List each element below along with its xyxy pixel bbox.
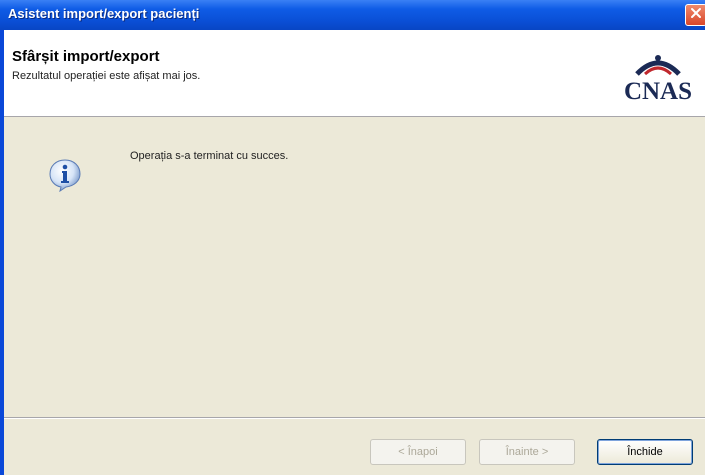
- info-icon: [48, 158, 82, 193]
- close-button[interactable]: Închide: [597, 439, 693, 465]
- footer-divider: [4, 417, 705, 419]
- logo-text: CNAS: [623, 78, 693, 105]
- close-icon: [690, 6, 702, 24]
- result-message: Operația s-a terminat cu succes.: [130, 150, 289, 162]
- wizard-client-area: Sfârșit import/export Rezultatul operați…: [4, 30, 705, 475]
- next-button[interactable]: Înainte >: [479, 439, 575, 465]
- page-title: Sfârșit import/export: [12, 48, 160, 65]
- back-button[interactable]: < Înapoi: [370, 439, 466, 465]
- wizard-window: Asistent import/export pacienți Sfârșit …: [0, 0, 705, 475]
- wizard-header: Sfârșit import/export Rezultatul operați…: [4, 30, 705, 117]
- title-bar[interactable]: Asistent import/export pacienți: [0, 0, 705, 30]
- close-window-button[interactable]: [685, 4, 705, 26]
- cnas-logo: CNAS: [617, 50, 699, 108]
- window-title: Asistent import/export pacienți: [8, 6, 200, 21]
- page-subtitle: Rezultatul operației este afișat mai jos…: [12, 70, 201, 82]
